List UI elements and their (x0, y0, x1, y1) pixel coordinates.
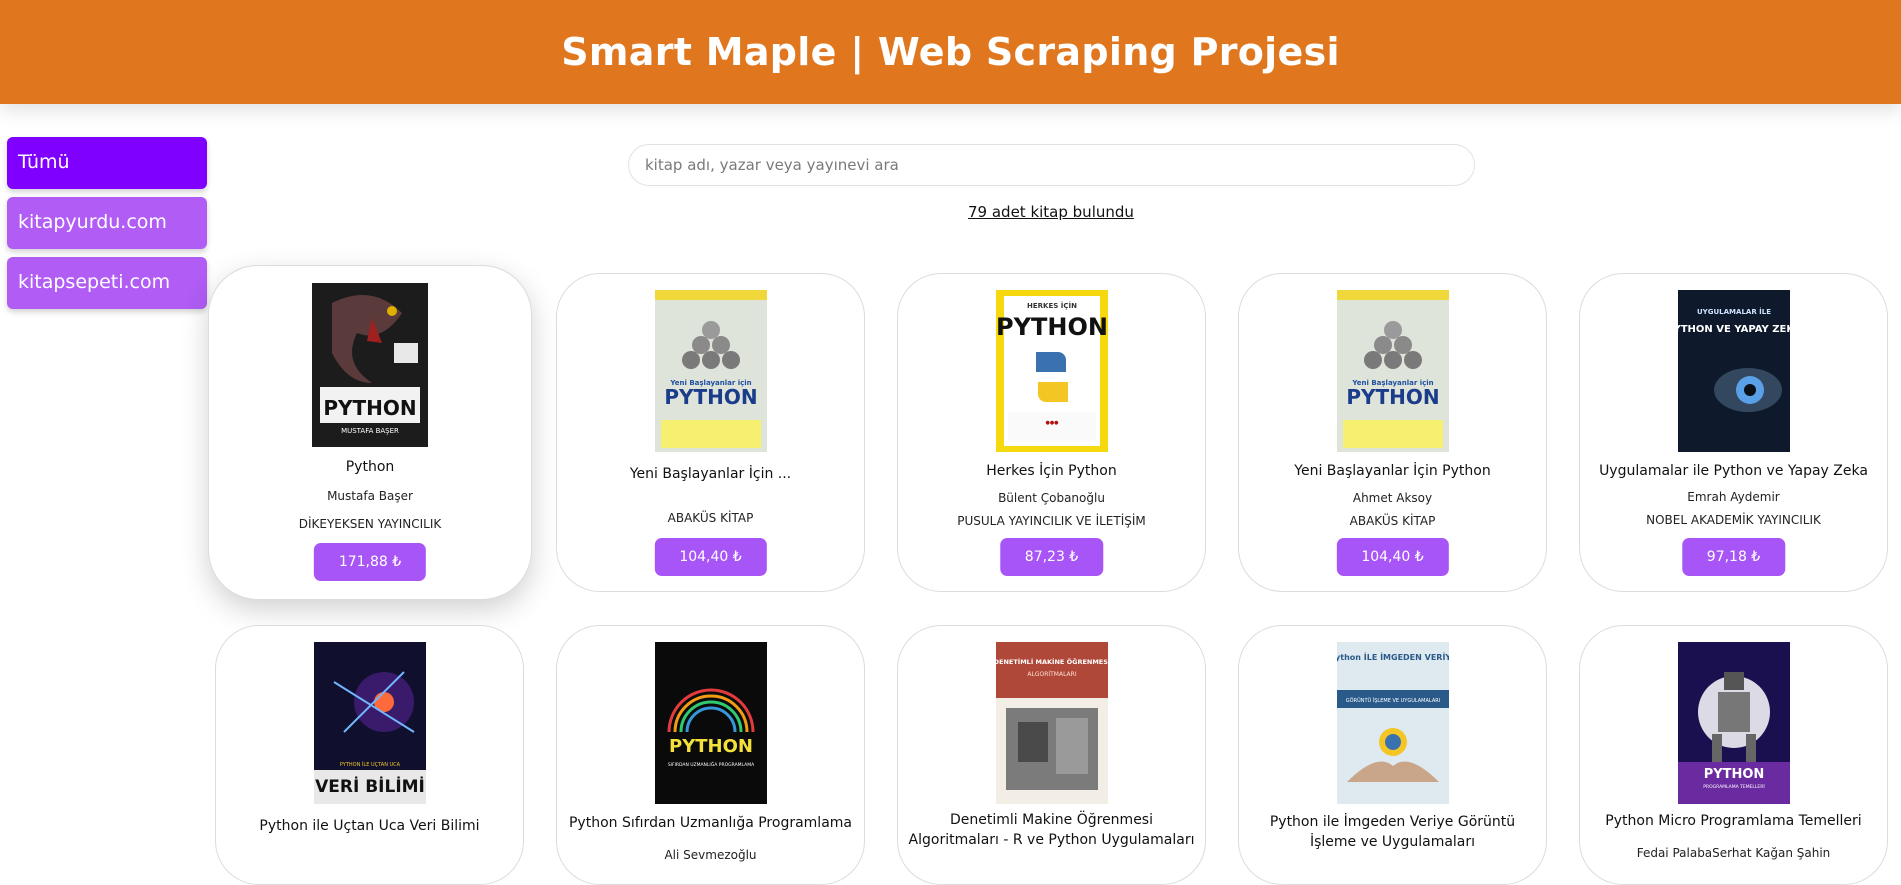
book-publisher: PUSULA YAYINCILIK VE İLETİŞİM (957, 514, 1146, 528)
book-title: Yeni Başlayanlar İçin ... (629, 466, 792, 482)
svg-text:PYTHON: PYTHON (664, 385, 757, 409)
svg-text:VERİ BİLİMİ: VERİ BİLİMİ (315, 775, 425, 797)
svg-text:GÖRÜNTÜ İŞLEME VE UYGULAMALARI: GÖRÜNTÜ İŞLEME VE UYGULAMALARI (1345, 697, 1439, 704)
book-card[interactable]: PYTHON PROGRAMLAMA TEMELLERİ Python Micr… (1579, 625, 1888, 885)
filter-kitapyurdu-button[interactable]: kitapyurdu.com (7, 197, 207, 249)
svg-text:PROGRAMLAMA TEMELLERİ: PROGRAMLAMA TEMELLERİ (1703, 783, 1764, 790)
book-card[interactable]: PYTHON SIFIRDAN UZMANLIĞA PROGRAMLAMA Py… (556, 625, 865, 885)
svg-text:DENETİMLİ MAKİNE ÖĞRENMESİ: DENETİMLİ MAKİNE ÖĞRENMESİ (996, 657, 1108, 666)
book-card[interactable]: PYTHON MUSTAFA BAŞER Python Mustafa Başe… (208, 265, 532, 600)
book-title: Python ile İmgeden Veriye Görüntü İşleme… (1269, 814, 1516, 850)
book-card[interactable]: python İLE İMGEDEN VERİYE GÖRÜNTÜ İŞLEME… (1238, 625, 1547, 885)
svg-text:PYTHON: PYTHON (996, 313, 1108, 341)
hands-cover-icon: python İLE İMGEDEN VERİYE GÖRÜNTÜ İŞLEME… (1336, 642, 1449, 804)
book-publisher: NOBEL AKADEMİK YAYINCILIK (1646, 513, 1821, 527)
book-card[interactable]: Yeni Başlayanlar için PYTHON Yeni Başlay… (1238, 273, 1547, 592)
book-title: Python (345, 459, 395, 475)
svg-text:ALGORİTMALARI: ALGORİTMALARI (1027, 671, 1076, 678)
book-title: Python ile Uçtan Uca Veri Bilimi (259, 818, 480, 834)
machine-cover-icon: DENETİMLİ MAKİNE ÖĞRENMESİ ALGORİTMALARI (995, 642, 1108, 804)
book-publisher: DİKEYEKSEN YAYINCILIK (298, 517, 442, 531)
svg-text:HERKES İÇİN: HERKES İÇİN (1027, 301, 1077, 310)
svg-text:PYTHON İLE UÇTAN UCA: PYTHON İLE UÇTAN UCA (339, 761, 400, 768)
svg-text:UYGULAMALAR İLE: UYGULAMALAR İLE (1697, 307, 1771, 316)
book-publisher: ABAKÜS KİTAP (1349, 514, 1436, 528)
spheres-cover-icon: Yeni Başlayanlar için PYTHON (654, 290, 767, 452)
filter-kitapsepeti-button[interactable]: kitapsepeti.com (7, 257, 207, 309)
book-author: Fedai PalabaSerhat Kağan Şahin (1636, 846, 1831, 860)
svg-text:python İLE İMGEDEN VERİYE: python İLE İMGEDEN VERİYE (1337, 652, 1449, 662)
price-button[interactable]: 97,18 ₺ (1681, 538, 1786, 576)
snake-cover-icon: PYTHON MUSTAFA BAŞER (312, 283, 428, 447)
book-publisher: ABAKÜS KİTAP (667, 511, 754, 525)
svg-text:PYTHON: PYTHON (669, 736, 753, 757)
result-count[interactable]: 79 adet kitap bulundu (968, 203, 1134, 221)
book-author: Bülent Çobanoğlu (998, 491, 1105, 505)
book-card[interactable]: Yeni Başlayanlar için PYTHON Yeni Başlay… (556, 273, 865, 592)
svg-text:PYTHON: PYTHON (1703, 767, 1764, 782)
book-title: Yeni Başlayanlar İçin Python (1294, 463, 1491, 479)
book-title: Uygulamalar ile Python ve Yapay Zeka (1599, 463, 1868, 479)
eye-cover-icon: UYGULAMALAR İLE PYTHON VE YAPAY ZEKA (1677, 290, 1790, 452)
svg-text:PYTHON: PYTHON (1346, 385, 1439, 409)
source-filter-sidebar: Tümü kitapyurdu.com kitapsepeti.com (7, 137, 207, 317)
search-input[interactable] (628, 144, 1475, 186)
rainbow-cover-icon: PYTHON SIFIRDAN UZMANLIĞA PROGRAMLAMA (654, 642, 767, 804)
filter-all-button[interactable]: Tümü (7, 137, 207, 189)
book-title: Python Micro Programlama Temelleri (1605, 813, 1862, 829)
book-title: Herkes İçin Python (986, 463, 1117, 479)
book-author: Ali Sevmezoğlu (664, 848, 757, 862)
galaxy-cover-icon: PYTHON İLE UÇTAN UCA VERİ BİLİMİ (313, 642, 426, 804)
price-button[interactable]: 104,40 ₺ (654, 538, 767, 576)
book-author: Emrah Aydemir (1687, 490, 1780, 504)
book-card[interactable]: HERKES İÇİN PYTHON ●●● Herkes İçin Pytho… (897, 273, 1206, 592)
svg-text:SIFIRDAN UZMANLIĞA PROGRAMLAMA: SIFIRDAN UZMANLIĞA PROGRAMLAMA (667, 761, 754, 768)
spheres-cover-icon: Yeni Başlayanlar için PYTHON (1336, 290, 1449, 452)
book-card[interactable]: PYTHON İLE UÇTAN UCA VERİ BİLİMİ Python … (215, 625, 524, 885)
page-title: Smart Maple | Web Scraping Projesi (561, 30, 1340, 74)
book-author: Mustafa Başer (327, 489, 413, 503)
price-button[interactable]: 171,88 ₺ (313, 543, 427, 581)
svg-text:PYTHON: PYTHON (323, 396, 416, 420)
book-title: Python Sıfırdan Uzmanlığa Programlama (568, 815, 852, 831)
page-header: Smart Maple | Web Scraping Projesi (0, 0, 1901, 104)
price-button[interactable]: 87,23 ₺ (999, 538, 1104, 576)
book-card[interactable]: UYGULAMALAR İLE PYTHON VE YAPAY ZEKA Uyg… (1579, 273, 1888, 592)
python-logo-cover-icon: HERKES İÇİN PYTHON ●●● (995, 290, 1108, 452)
book-author: Ahmet Aksoy (1352, 491, 1433, 505)
svg-text:PYTHON VE YAPAY ZEKA: PYTHON VE YAPAY ZEKA (1678, 324, 1790, 335)
svg-text:●●●: ●●● (1045, 420, 1059, 426)
price-button[interactable]: 104,40 ₺ (1336, 538, 1449, 576)
svg-text:MUSTAFA BAŞER: MUSTAFA BAŞER (341, 427, 399, 435)
book-card[interactable]: DENETİMLİ MAKİNE ÖĞRENMESİ ALGORİTMALARI… (897, 625, 1206, 885)
robot-cover-icon: PYTHON PROGRAMLAMA TEMELLERİ (1677, 642, 1790, 804)
book-title: Denetimli Makine Öğrenmesi Algoritmaları… (908, 812, 1195, 848)
